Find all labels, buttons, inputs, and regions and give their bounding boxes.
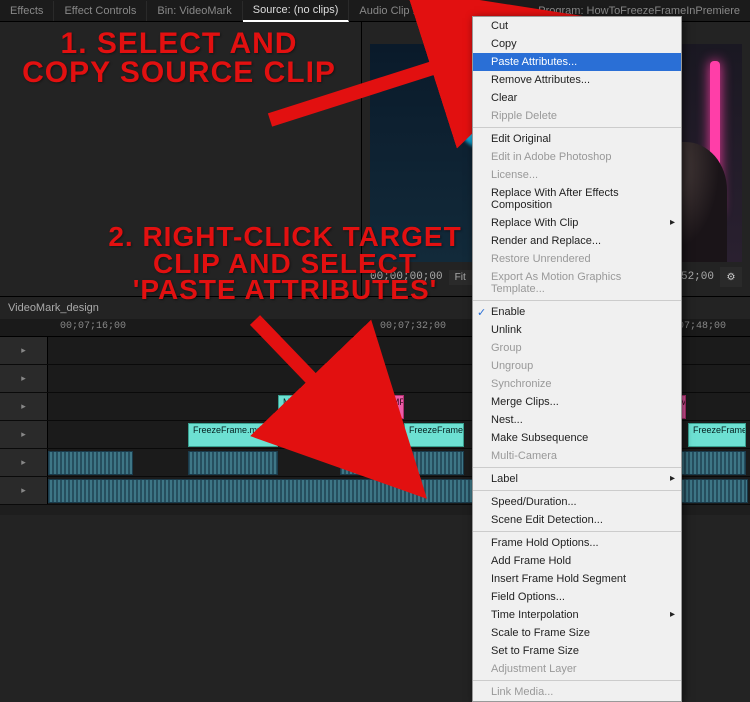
menu-unlink[interactable]: Unlink — [473, 321, 681, 339]
track-head[interactable]: ▸ — [0, 449, 48, 476]
tab-source[interactable]: Source: (no clips) — [243, 0, 350, 22]
tab-audio[interactable]: Audio Clip M — [349, 1, 432, 21]
menu-license[interactable]: License... — [473, 166, 681, 184]
tab-bin[interactable]: Bin: VideoMark — [147, 1, 242, 21]
menu-edit-photoshop[interactable]: Edit in Adobe Photoshop — [473, 148, 681, 166]
menu-multicam[interactable]: Multi-Camera — [473, 447, 681, 465]
chevron-right-icon: ▸ — [670, 609, 675, 620]
menu-group[interactable]: Group — [473, 339, 681, 357]
video-clip[interactable]: FreezeFrame.mp4 [V] — [188, 423, 278, 447]
menu-merge-clips[interactable]: Merge Clips... — [473, 393, 681, 411]
ruler-tick: 00;07;16;00 — [60, 321, 126, 332]
audio-clip[interactable] — [188, 451, 278, 475]
check-icon: ✓ — [477, 306, 486, 319]
clip-context-menu: Cut Copy Paste Attributes... Remove Attr… — [472, 16, 682, 702]
menu-replace-clip[interactable]: Replace With Clip▸ — [473, 214, 681, 232]
menu-insert-frame-hold-segment[interactable]: Insert Frame Hold Segment — [473, 570, 681, 588]
menu-field-options[interactable]: Field Options... — [473, 588, 681, 606]
menu-link-media[interactable]: Link Media... — [473, 683, 681, 701]
menu-copy[interactable]: Copy — [473, 35, 681, 53]
settings-icon[interactable]: ⚙ — [720, 267, 742, 287]
menu-edit-original[interactable]: Edit Original — [473, 130, 681, 148]
menu-remove-attributes[interactable]: Remove Attributes... — [473, 71, 681, 89]
menu-export-motion[interactable]: Export As Motion Graphics Template... — [473, 268, 681, 298]
menu-ripple-delete[interactable]: Ripple Delete — [473, 107, 681, 125]
menu-cut[interactable]: Cut — [473, 17, 681, 35]
track-head[interactable]: ▸ — [0, 421, 48, 448]
menu-replace-ae[interactable]: Replace With After Effects Composition — [473, 184, 681, 214]
track-head[interactable]: ▸ — [0, 365, 48, 392]
video-clip[interactable]: FreezeFrame. — [404, 423, 464, 447]
menu-adjustment-layer[interactable]: Adjustment Layer — [473, 660, 681, 678]
menu-scene-edit-detection[interactable]: Scene Edit Detection... — [473, 511, 681, 529]
menu-render-replace[interactable]: Render and Replace... — [473, 232, 681, 250]
menu-synchronize[interactable]: Synchronize — [473, 375, 681, 393]
menu-set-to-frame[interactable]: Set to Frame Size — [473, 642, 681, 660]
menu-scale-to-frame[interactable]: Scale to Frame Size — [473, 624, 681, 642]
menu-label[interactable]: Label▸ — [473, 470, 681, 488]
track-head[interactable]: ▸ — [0, 393, 48, 420]
ruler-tick: 00;07;32;00 — [380, 321, 446, 332]
tab-effect-controls[interactable]: Effect Controls — [54, 1, 147, 21]
track-head[interactable]: ▸ — [0, 477, 48, 504]
menu-ungroup[interactable]: Ungroup — [473, 357, 681, 375]
video-clip[interactable]: FreezeFrame — [688, 423, 746, 447]
audio-clip[interactable] — [48, 451, 133, 475]
menu-add-frame-hold[interactable]: Add Frame Hold — [473, 552, 681, 570]
menu-frame-hold-options[interactable]: Frame Hold Options... — [473, 534, 681, 552]
audio-clip[interactable] — [340, 451, 464, 475]
video-clip[interactable]: MAH01911.MP4 — [278, 395, 338, 419]
menu-enable-label: Enable — [491, 306, 525, 318]
annotation-step-1: 1. Select and copy source clip — [14, 30, 344, 87]
video-clip-selected[interactable]: MAH01911.MP4 — [340, 395, 404, 419]
tab-effects[interactable]: Effects — [0, 1, 54, 21]
chevron-right-icon: ▸ — [670, 217, 675, 228]
menu-speed-duration[interactable]: Speed/Duration... — [473, 493, 681, 511]
menu-make-subsequence[interactable]: Make Subsequence — [473, 429, 681, 447]
menu-restore[interactable]: Restore Unrendered — [473, 250, 681, 268]
sequence-name[interactable]: VideoMark_design — [8, 302, 99, 314]
annotation-step-2: 2. Right-click target clip and select 'P… — [100, 224, 470, 304]
menu-enable[interactable]: ✓ Enable — [473, 303, 681, 321]
menu-clear[interactable]: Clear — [473, 89, 681, 107]
menu-paste-attributes[interactable]: Paste Attributes... — [473, 53, 681, 71]
track-head[interactable]: ▸ — [0, 337, 48, 364]
menu-nest[interactable]: Nest... — [473, 411, 681, 429]
menu-time-interpolation[interactable]: Time Interpolation▸ — [473, 606, 681, 624]
chevron-right-icon: ▸ — [670, 473, 675, 484]
